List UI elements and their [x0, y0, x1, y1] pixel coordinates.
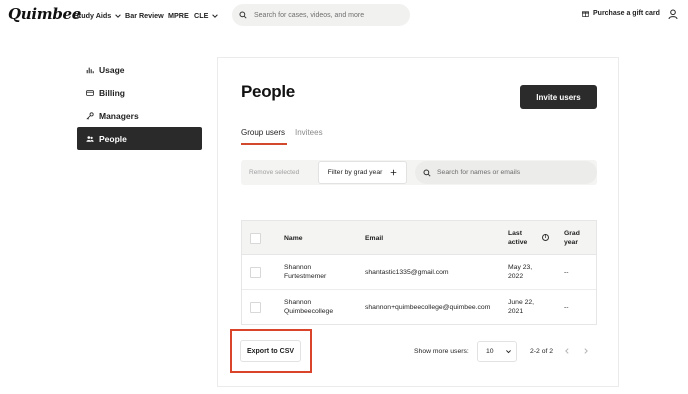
- tab-invitees[interactable]: Invitees: [295, 128, 323, 137]
- user-name: Shannon Quimbeecollege: [284, 298, 333, 316]
- user-name-line2: Furtestmemer: [284, 273, 327, 280]
- column-header-name[interactable]: Name: [284, 234, 303, 243]
- user-name: Shannon Furtestmemer: [284, 263, 326, 281]
- site-search-input[interactable]: Search for cases, videos, and more: [232, 4, 410, 26]
- active-tab-indicator: [241, 143, 287, 145]
- gift-icon: [582, 11, 589, 17]
- table-row: Shannon Furtestmemer shantastic1335@gmai…: [242, 255, 596, 290]
- show-more-label: Show more users:: [414, 348, 469, 355]
- previous-page-icon[interactable]: [563, 347, 571, 355]
- column-header-grad-year-line1: Grad: [564, 230, 580, 237]
- info-icon[interactable]: i: [542, 234, 549, 241]
- users-table: Name Email Last active i Grad year Shann…: [241, 220, 597, 325]
- pagination-info: 2-2 of 2: [530, 348, 554, 355]
- grad-year-filter-button[interactable]: Filter by grad year: [318, 161, 407, 184]
- nav-cle-label: CLE: [194, 11, 209, 20]
- quimbee-logo[interactable]: Quimbee: [8, 5, 81, 23]
- user-email: shannon+quimbeecollege@quimbee.com: [365, 304, 491, 311]
- column-header-last-active-line2: active: [508, 239, 528, 246]
- bar-chart-icon: [86, 67, 94, 73]
- user-last-active: May 23, 2022: [508, 263, 532, 281]
- user-grad-year: --: [564, 269, 569, 276]
- select-all-checkbox[interactable]: [250, 233, 261, 244]
- chevron-down-icon: [115, 13, 122, 18]
- gift-card-label: Purchase a gift card: [593, 10, 660, 17]
- user-last-active-line1: June 22,: [508, 299, 535, 306]
- top-nav: Quimbee Study Aids Bar Review MPRE CLE S…: [0, 0, 688, 31]
- row-checkbox[interactable]: [250, 302, 261, 313]
- page-title: People: [241, 82, 295, 101]
- column-header-last-active-line1: Last: [508, 230, 522, 237]
- user-name-line2: Quimbeecollege: [284, 308, 334, 315]
- plus-icon: [391, 169, 397, 176]
- search-icon: [239, 11, 247, 19]
- next-page-icon[interactable]: [582, 347, 590, 355]
- sidebar-item-label: Usage: [99, 64, 125, 75]
- per-page-select[interactable]: 10: [477, 341, 517, 362]
- invite-users-button[interactable]: Invite users: [520, 85, 597, 109]
- nav-bar-review[interactable]: Bar Review: [125, 11, 164, 20]
- export-csv-button[interactable]: Export to CSV: [240, 340, 301, 362]
- column-header-grad-year[interactable]: Grad year: [564, 229, 580, 247]
- sidebar-item-people[interactable]: People: [77, 127, 202, 150]
- user-last-active: June 22, 2021: [508, 298, 534, 316]
- sidebar-item-label: Billing: [99, 87, 125, 98]
- user-name-line1: Shannon: [284, 264, 312, 271]
- user-search-input[interactable]: Search for names or emails: [415, 161, 597, 184]
- user-email: shantastic1335@gmail.com: [365, 269, 449, 276]
- nav-mpre[interactable]: MPRE: [168, 11, 189, 20]
- sidebar-item-managers[interactable]: Managers: [77, 104, 202, 127]
- credit-card-icon: [86, 89, 94, 96]
- user-search-placeholder: Search for names or emails: [437, 169, 521, 176]
- nav-study-aids[interactable]: Study Aids: [74, 11, 122, 20]
- nav-cle[interactable]: CLE: [194, 11, 219, 20]
- column-header-last-active[interactable]: Last active: [508, 229, 527, 247]
- grad-year-filter-label: Filter by grad year: [327, 169, 383, 176]
- user-account-icon[interactable]: [668, 9, 678, 20]
- sidebar-item-label: Managers: [99, 110, 139, 121]
- user-last-active-line1: May 23,: [508, 264, 533, 271]
- key-icon: [86, 111, 94, 119]
- per-page-value: 10: [486, 348, 494, 355]
- column-header-grad-year-line2: year: [564, 239, 578, 246]
- nav-study-aids-label: Study Aids: [74, 11, 112, 20]
- search-icon: [423, 168, 431, 177]
- settings-sidebar: Usage Billing Managers People: [77, 58, 202, 150]
- nav-mpre-label: MPRE: [168, 11, 189, 20]
- people-icon: [86, 135, 94, 142]
- site-search-placeholder: Search for cases, videos, and more: [254, 11, 365, 19]
- remove-selected-button[interactable]: Remove selected: [249, 169, 299, 176]
- sidebar-item-billing[interactable]: Billing: [77, 81, 202, 104]
- gift-card-link[interactable]: Purchase a gift card: [582, 10, 660, 17]
- user-grad-year: --: [564, 304, 569, 311]
- sidebar-item-usage[interactable]: Usage: [77, 58, 202, 81]
- row-checkbox[interactable]: [250, 267, 261, 278]
- column-header-email[interactable]: Email: [365, 234, 383, 243]
- table-row: Shannon Quimbeecollege shannon+quimbeeco…: [242, 290, 596, 325]
- chevron-down-icon: [212, 13, 219, 18]
- user-last-active-line2: 2022: [508, 273, 524, 280]
- user-name-line1: Shannon: [284, 299, 312, 306]
- sidebar-item-label: People: [99, 133, 127, 144]
- chevron-down-icon: [505, 350, 511, 354]
- tab-group-users[interactable]: Group users: [241, 128, 285, 137]
- user-last-active-line2: 2021: [508, 308, 524, 315]
- nav-bar-review-label: Bar Review: [125, 11, 164, 20]
- table-header: Name Email Last active i Grad year: [242, 221, 596, 255]
